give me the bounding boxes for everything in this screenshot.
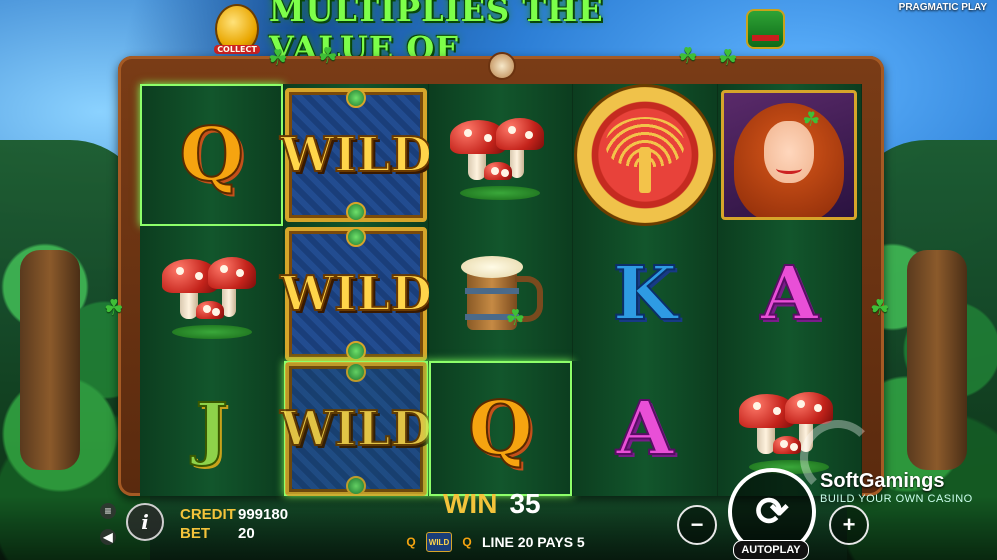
reel-cell: Q bbox=[428, 361, 574, 496]
clover-icon: ☘ bbox=[678, 44, 698, 69]
symbol-j: J bbox=[195, 388, 229, 469]
reel-frame: ☘ ☘ ☘ ☘ ☘ ☘ Q WILD ☘ WILD ☘ K A J WILD Q A bbox=[104, 44, 890, 496]
decrease-bet-button[interactable]: − bbox=[677, 505, 717, 545]
beer-mug-icon: ☘ bbox=[457, 248, 544, 340]
payline-text: LINE 20 PAYS 5 bbox=[482, 534, 585, 550]
tree-of-life-coin-icon bbox=[573, 84, 716, 226]
mushroom-icon bbox=[161, 249, 262, 339]
leprechaun-hat-icon bbox=[746, 9, 785, 49]
symbol-q: Q bbox=[467, 385, 533, 472]
frame-ornament-icon bbox=[488, 52, 516, 80]
reel-cell: ☘ bbox=[717, 84, 862, 226]
win-display: WIN 35 bbox=[443, 488, 541, 520]
gem-icon bbox=[346, 475, 367, 496]
payline-symbol-q: Q bbox=[462, 535, 472, 549]
symbol-wild: WILD bbox=[279, 226, 433, 361]
symbol-wild: WILD bbox=[279, 361, 433, 496]
payline-symbol-wild: WILD bbox=[426, 532, 452, 552]
clover-icon: ☘ bbox=[268, 46, 288, 71]
reel-cell bbox=[140, 226, 285, 361]
symbol-a: A bbox=[615, 385, 674, 472]
gem-icon bbox=[346, 202, 367, 222]
reel-cell: A bbox=[573, 361, 718, 496]
payline-info: Q WILD Q LINE 20 PAYS 5 bbox=[402, 532, 585, 552]
clover-icon: ☘ bbox=[870, 296, 890, 321]
gem-icon bbox=[346, 340, 367, 361]
reel-cell: WILD bbox=[279, 361, 433, 496]
collect-coin-icon: COLLECT bbox=[214, 4, 260, 54]
win-label: WIN bbox=[443, 488, 498, 519]
clover-icon: ☘ bbox=[104, 296, 124, 321]
wild-label: WILD bbox=[279, 265, 433, 323]
symbol-a: A bbox=[760, 250, 819, 337]
wild-label: WILD bbox=[279, 400, 433, 458]
clover-icon: ☘ bbox=[318, 44, 338, 69]
autoplay-button[interactable]: AUTOPLAY bbox=[733, 540, 809, 560]
gem-icon bbox=[346, 226, 367, 247]
payline-symbol-q: Q bbox=[406, 535, 416, 549]
gem-icon bbox=[346, 361, 367, 382]
gem-icon bbox=[346, 88, 367, 108]
feature-banner: COLLECT MULTIPLIES THE VALUE OF bbox=[214, 0, 785, 67]
credit-label: CREDIT bbox=[180, 506, 236, 523]
bet-label: BET bbox=[180, 525, 210, 542]
tree-trunk-right bbox=[907, 250, 967, 470]
red-haired-lady-icon: ☘ bbox=[721, 90, 858, 220]
watermark-tagline: BUILD YOUR OWN CASINO bbox=[820, 493, 973, 505]
bet-value: 20 bbox=[238, 525, 255, 542]
mushroom-icon bbox=[450, 110, 550, 200]
reel-cell: WILD bbox=[279, 84, 433, 226]
clover-icon: ☘ bbox=[718, 46, 738, 71]
reel-cell bbox=[573, 84, 718, 226]
symbol-k: K bbox=[612, 250, 678, 337]
increase-bet-button[interactable]: + bbox=[829, 505, 869, 545]
watermark-brand: SoftGamings bbox=[820, 470, 945, 492]
sound-button[interactable]: ◀ bbox=[100, 529, 116, 545]
collect-coin-label: COLLECT bbox=[214, 45, 260, 54]
info-button[interactable]: i bbox=[126, 503, 164, 541]
reel-cell: Q bbox=[140, 84, 285, 226]
win-value: 35 bbox=[509, 488, 541, 519]
watermark: SoftGamings BUILD YOUR OWN CASINO bbox=[820, 470, 973, 505]
wild-label: WILD bbox=[279, 126, 433, 184]
symbol-wild: WILD bbox=[279, 88, 433, 222]
reel-cell bbox=[428, 84, 574, 226]
tree-trunk-left bbox=[20, 250, 80, 470]
menu-button[interactable]: ≡ bbox=[100, 503, 116, 519]
reel-cell: J bbox=[140, 361, 285, 496]
reel-cell: A bbox=[717, 226, 862, 361]
credit-bet-panel: CREDIT 999180 BET 20 bbox=[180, 505, 288, 543]
reel-grid: Q WILD ☘ WILD ☘ K A J WILD Q A bbox=[140, 84, 862, 496]
credit-value: 999180 bbox=[238, 506, 289, 523]
reel-cell: WILD bbox=[279, 226, 433, 361]
reel-cell: K bbox=[573, 226, 718, 361]
reel-cell: ☘ bbox=[428, 226, 574, 361]
symbol-q: Q bbox=[178, 112, 244, 198]
provider-logo: PRAGMATIC PLAY bbox=[898, 2, 987, 13]
